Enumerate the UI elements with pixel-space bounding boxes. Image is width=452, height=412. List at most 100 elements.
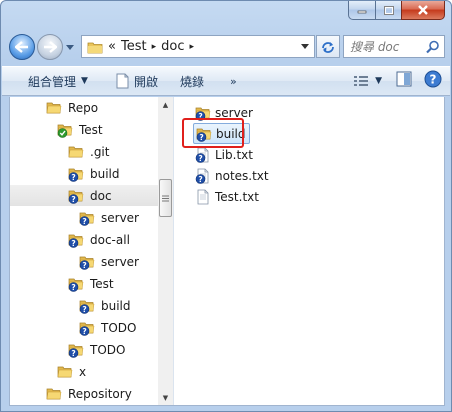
tree-item[interactable]: Repo — [10, 97, 162, 118]
close-icon — [418, 5, 428, 15]
search-icon[interactable] — [426, 40, 440, 54]
breadcrumb-separator[interactable]: ▸ — [152, 42, 157, 52]
svg-text:?: ? — [82, 305, 86, 314]
search-input[interactable] — [350, 39, 426, 54]
breadcrumb-separator[interactable]: ▸ — [189, 42, 194, 52]
tree-item[interactable]: x — [10, 361, 162, 382]
toolbar-right: ▼ ? — [353, 70, 442, 91]
close-button[interactable] — [401, 1, 445, 20]
tree-item-label: Repo — [68, 100, 99, 115]
folder-icon — [87, 42, 103, 53]
open-label: 開啟 — [133, 74, 158, 89]
minimize-icon — [357, 10, 367, 14]
file-icon — [197, 189, 209, 204]
svg-text:?: ? — [71, 239, 75, 248]
file-item[interactable]: ? notes.txt — [193, 165, 272, 186]
open-button[interactable]: 開啟 — [110, 69, 164, 93]
file-item-label: Test.txt — [215, 189, 259, 204]
tree-item-label: .git — [90, 144, 110, 159]
tree-item-label: doc — [90, 188, 112, 203]
tree-item-label: build — [101, 298, 131, 313]
navigation-scrollbar[interactable]: ▲ ▼ — [158, 97, 173, 405]
scroll-down-button[interactable]: ▼ — [158, 390, 173, 405]
document-icon — [116, 73, 129, 89]
folder-unversioned-icon: ? — [68, 344, 84, 358]
tree-item[interactable]: ? TODO — [10, 317, 162, 338]
file-unversioned-icon: ? — [195, 168, 209, 184]
tree-item[interactable]: .git — [10, 141, 162, 162]
folder-icon — [57, 366, 73, 377]
folder-unversioned-icon: ? — [68, 190, 84, 204]
organize-label: 組合管理 — [28, 74, 77, 89]
tree-item[interactable]: ? build — [10, 295, 162, 316]
folder-unversioned-icon: ? — [68, 234, 84, 248]
file-unversioned-icon: ? — [195, 147, 209, 163]
folder-icon — [68, 146, 84, 157]
overflow-chevron[interactable]: « — [108, 39, 116, 54]
tree-item[interactable]: ? build — [10, 163, 162, 184]
more-commands-button[interactable]: » — [224, 69, 243, 93]
file-item[interactable]: Test.txt — [193, 186, 262, 207]
navigation-pane[interactable]: Repo Test .git? build? doc? server? doc-all? se… — [9, 97, 173, 405]
file-item-label: notes.txt — [215, 168, 269, 183]
tree-item[interactable]: Test — [10, 119, 162, 140]
help-button[interactable]: ? — [424, 70, 442, 91]
svg-text:?: ? — [82, 261, 86, 270]
tree-item[interactable]: ? doc-all — [10, 229, 162, 250]
tree-item[interactable]: Repository — [10, 383, 162, 404]
highlight-annotation — [182, 118, 244, 148]
forward-button[interactable] — [37, 34, 63, 60]
maximize-button[interactable] — [375, 1, 401, 20]
tree-item-label: server — [101, 254, 139, 269]
search-box[interactable] — [343, 35, 445, 58]
change-view-button[interactable]: ▼ — [353, 74, 382, 88]
refresh-icon — [322, 41, 334, 53]
folder-unversioned-icon: ? — [79, 300, 95, 314]
svg-text:?: ? — [82, 217, 86, 226]
tree-item[interactable]: ? TODO — [10, 339, 162, 360]
caption-buttons — [348, 1, 445, 21]
chevron-down-icon[interactable]: ▼ — [375, 76, 382, 86]
address-dropdown-button[interactable] — [296, 36, 314, 57]
maximize-icon — [383, 5, 394, 15]
breadcrumb-test[interactable]: Test — [121, 39, 147, 54]
explorer-window: « Test ▸ doc ▸ 組合管理 — [0, 0, 452, 412]
tree-item[interactable]: ? server — [10, 251, 162, 272]
tree-item-label: doc-all — [90, 232, 130, 247]
chevron-down-icon — [66, 44, 74, 50]
file-list-pane[interactable]: ? server? build? Lib.txt? notes.txt Test.txt — [177, 97, 445, 405]
minimize-button[interactable] — [348, 1, 375, 20]
folder-unversioned-icon: ? — [68, 278, 84, 292]
preview-pane-button[interactable] — [396, 71, 412, 90]
back-button[interactable] — [9, 34, 35, 60]
tree-item-label: Test — [79, 122, 103, 137]
arrow-right-icon — [44, 41, 57, 53]
svg-text:?: ? — [71, 283, 75, 292]
folder-unversioned-icon: ? — [79, 256, 95, 270]
command-bar: 組合管理 ▼ 開啟 燒錄 » ▼ ? — [2, 66, 450, 96]
help-icon: ? — [424, 70, 442, 88]
arrow-left-icon — [15, 41, 28, 53]
burn-button[interactable]: 燒錄 — [174, 69, 210, 93]
scroll-up-button[interactable]: ▲ — [158, 97, 173, 112]
tree-item-label: Test — [90, 276, 114, 291]
organize-menu[interactable]: 組合管理 ▼ — [22, 69, 94, 93]
tree-item-label: x — [79, 364, 87, 379]
tree-item-label: build — [90, 166, 120, 181]
tree-item[interactable]: ? server — [10, 207, 162, 228]
burn-label: 燒錄 — [179, 74, 204, 89]
tree-item-label: TODO — [101, 320, 137, 335]
tree-item[interactable]: ? doc — [10, 185, 162, 206]
preview-pane-icon — [396, 71, 412, 87]
svg-text:?: ? — [71, 173, 75, 182]
chevron-down-icon: ▼ — [81, 76, 88, 86]
folder-unversioned-icon: ? — [79, 322, 95, 336]
refresh-button[interactable] — [316, 35, 340, 58]
view-details-icon — [354, 75, 369, 86]
address-bar[interactable]: « Test ▸ doc ▸ — [81, 35, 315, 58]
tree-item[interactable]: ? Test — [10, 273, 162, 294]
recent-pages-button[interactable] — [65, 41, 75, 53]
breadcrumb-doc[interactable]: doc — [161, 39, 184, 54]
more-label: » — [229, 74, 237, 88]
scroll-thumb[interactable] — [159, 179, 172, 217]
